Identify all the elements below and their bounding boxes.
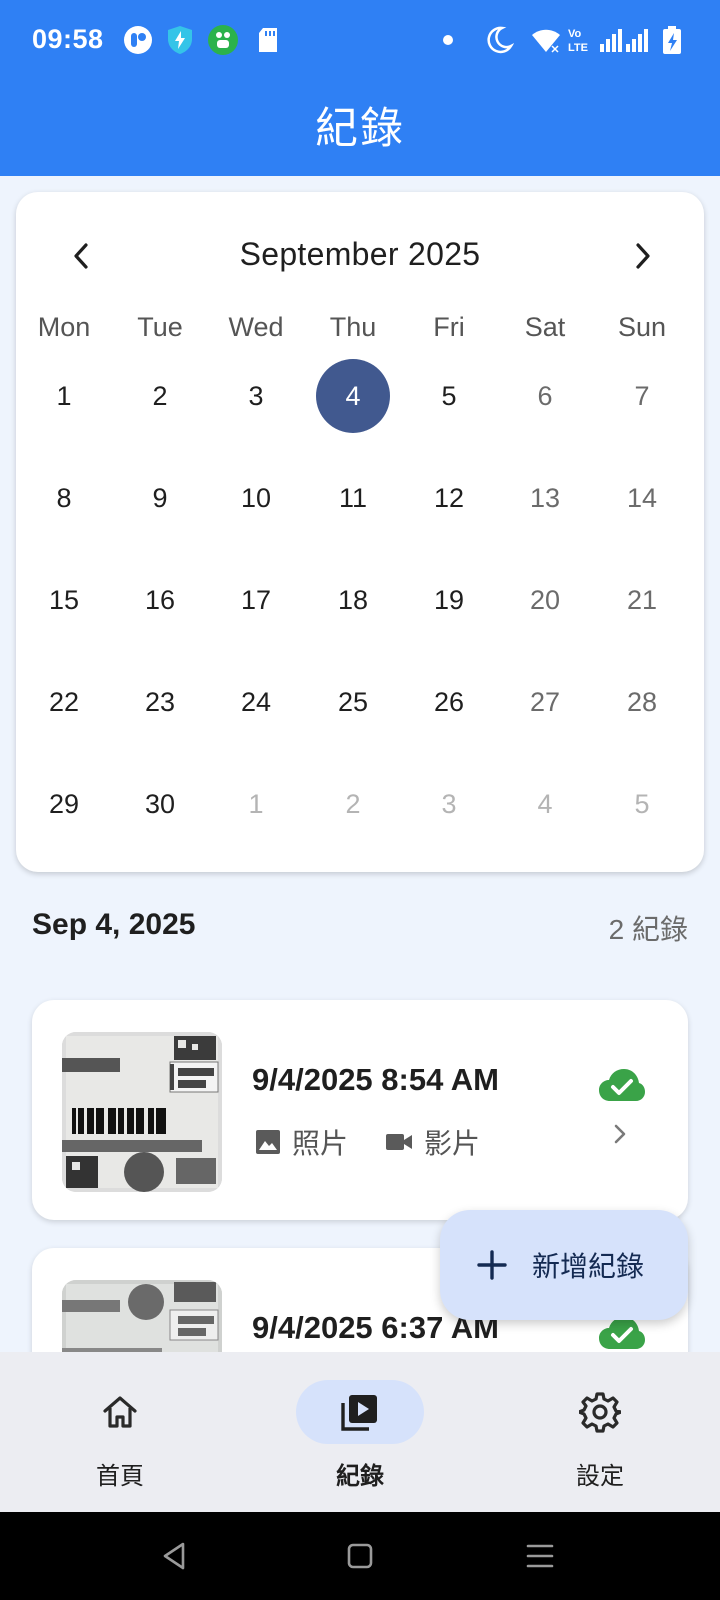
- photo-tag-label: 照片: [292, 1128, 349, 1159]
- calendar-day[interactable]: 28: [605, 665, 679, 739]
- calendar-day[interactable]: 1: [219, 767, 293, 841]
- system-recents-button[interactable]: [520, 1536, 560, 1576]
- notification-app-icon: [124, 26, 152, 54]
- moon-icon: [487, 26, 514, 54]
- calendar-day[interactable]: 2: [316, 767, 390, 841]
- calendar-day[interactable]: 5: [412, 359, 486, 433]
- green-app-icon: [208, 25, 238, 55]
- calendar-day[interactable]: 6: [508, 359, 582, 433]
- calendar-day[interactable]: 15: [27, 563, 101, 637]
- calendar-day[interactable]: 16: [123, 563, 197, 637]
- calendar-day[interactable]: 20: [508, 563, 582, 637]
- cloud-done-icon: [599, 1317, 645, 1349]
- add-record-label: 新增紀錄: [532, 1251, 645, 1282]
- nav-item-home[interactable]: 首頁: [0, 1352, 240, 1512]
- calendar-day[interactable]: 13: [508, 461, 582, 535]
- calendar-day[interactable]: 3: [219, 359, 293, 433]
- top-bar: 09:58 Vo LTE 紀錄: [0, 0, 720, 176]
- calendar-card: September 2025 Mon Tue Wed Thu Fri Sat Sun 123…: [16, 192, 704, 872]
- status-time: 09:58: [32, 24, 104, 54]
- nav-item-home-indicator: [56, 1380, 184, 1444]
- calendar-day[interactable]: 2: [123, 359, 197, 433]
- signal-icon: [600, 29, 648, 52]
- calendar-day-selected[interactable]: 4: [316, 359, 390, 433]
- square-home-icon: [347, 1543, 373, 1569]
- volte-icon: Vo LTE: [568, 28, 588, 54]
- nav-item-settings[interactable]: 設定: [480, 1352, 720, 1512]
- calendar-day[interactable]: 8: [27, 461, 101, 535]
- calendar-day[interactable]: 29: [27, 767, 101, 841]
- records-screen: 09:58 Vo LTE 紀錄 September 2025 Mon Tue W…: [0, 0, 720, 1600]
- nav-item-home-label: 首頁: [96, 1463, 144, 1490]
- menu-lines-icon: [526, 1544, 554, 1568]
- record-media-tags: 照片 影片: [254, 1122, 516, 1162]
- system-home-button[interactable]: [340, 1536, 380, 1576]
- calendar-day[interactable]: 25: [316, 665, 390, 739]
- system-navigation-bar: [0, 1512, 720, 1600]
- selected-date-label: Sep 4, 2025: [32, 908, 196, 941]
- calendar-day[interactable]: 23: [123, 665, 197, 739]
- calendar-day[interactable]: 12: [412, 461, 486, 535]
- system-back-button[interactable]: [154, 1536, 194, 1576]
- nav-item-settings-label: 設定: [576, 1463, 624, 1490]
- gear-icon: [579, 1392, 621, 1433]
- calendar-day[interactable]: 11: [316, 461, 390, 535]
- calendar-day[interactable]: 21: [605, 563, 679, 637]
- calendar-day[interactable]: 24: [219, 665, 293, 739]
- nav-item-settings-indicator: [536, 1380, 664, 1444]
- cloud-done-icon: [599, 1069, 645, 1101]
- calendar-day[interactable]: 3: [412, 767, 486, 841]
- calendar-day[interactable]: 14: [605, 461, 679, 535]
- svg-text:Vo: Vo: [568, 28, 582, 40]
- video-tag-label: 影片: [424, 1128, 481, 1159]
- nav-item-records[interactable]: 紀錄: [240, 1352, 480, 1512]
- calendar-day[interactable]: 9: [123, 461, 197, 535]
- plus-icon: [477, 1250, 507, 1280]
- bottom-navigation: 首頁 紀錄 設定: [0, 1352, 720, 1512]
- record-title: 9/4/2025 8:54 AM: [252, 1062, 500, 1097]
- record-count-label: 2 紀錄: [608, 914, 688, 945]
- home-icon: [103, 1396, 137, 1428]
- chevron-right-icon: [614, 1124, 626, 1144]
- calendar-day[interactable]: 30: [123, 767, 197, 841]
- sd-card-icon: [259, 28, 277, 52]
- battery-charging-icon: [663, 26, 681, 54]
- calendar-day[interactable]: 5: [605, 767, 679, 841]
- videocam-icon: [386, 1134, 413, 1150]
- calendar-day[interactable]: 26: [412, 665, 486, 739]
- calendar-day[interactable]: 7: [605, 359, 679, 433]
- calendar-day-grid: 1 2 3 4 5 6 7 8 9 10 11 12 13 14 15 16 17 18 19 20 21 22 23 24 2…: [16, 192, 704, 872]
- calendar-day[interactable]: 1: [27, 359, 101, 433]
- calendar-day[interactable]: 4: [508, 767, 582, 841]
- video-tag: 影片: [384, 1122, 480, 1162]
- status-bar: 09:58 Vo LTE: [0, 0, 720, 82]
- record-thumbnail: [62, 1032, 222, 1192]
- calendar-day[interactable]: 19: [412, 563, 486, 637]
- add-record-button[interactable]: 新增紀錄: [440, 1210, 688, 1320]
- calendar-day[interactable]: 18: [316, 563, 390, 637]
- calendar-day[interactable]: 17: [219, 563, 293, 637]
- calendar-day[interactable]: 10: [219, 461, 293, 535]
- shield-bolt-icon: [168, 26, 192, 54]
- wifi-icon: [532, 29, 560, 54]
- page-title: 紀錄: [315, 105, 405, 153]
- photo-tag: 照片: [254, 1122, 348, 1162]
- svg-text:LTE: LTE: [568, 42, 588, 54]
- dot-icon: [443, 35, 453, 45]
- image-icon: [256, 1130, 280, 1154]
- back-triangle-icon: [163, 1542, 185, 1570]
- record-card[interactable]: 9/4/2025 8:54 AM 照片 影片: [32, 1000, 688, 1220]
- calendar-day[interactable]: 27: [508, 665, 582, 739]
- nav-item-records-label: 紀錄: [336, 1463, 384, 1490]
- video-library-icon: [341, 1395, 377, 1431]
- calendar-day[interactable]: 22: [27, 665, 101, 739]
- nav-item-records-indicator: [296, 1380, 424, 1444]
